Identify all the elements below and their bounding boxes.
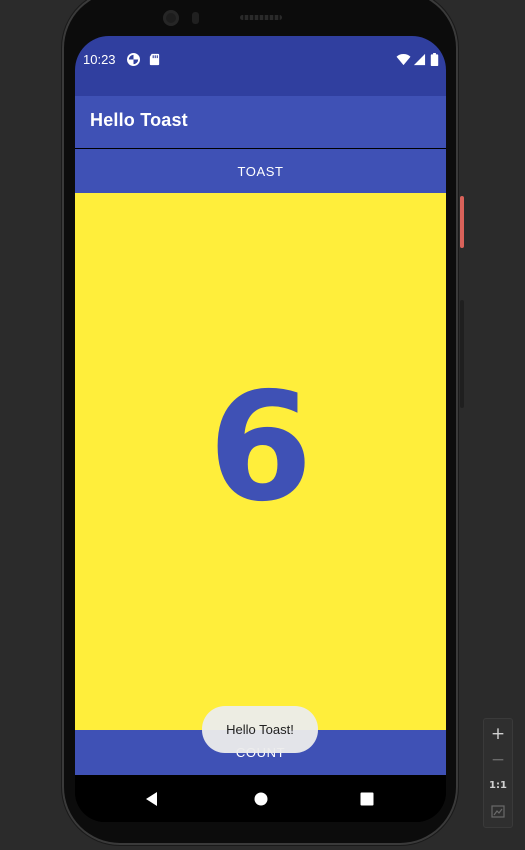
actual-size-button[interactable]: 1:1 (484, 773, 512, 799)
power-button[interactable] (460, 196, 464, 248)
device-screen: 10:23 Hello Toast TOAST 6 Hello Toast! (75, 36, 446, 822)
front-camera (163, 10, 179, 26)
signal-icon (413, 53, 426, 66)
volume-button[interactable] (460, 300, 464, 408)
navigation-bar (75, 775, 446, 822)
sd-card-icon (149, 53, 160, 66)
app-title: Hello Toast (90, 110, 188, 130)
toast-button[interactable]: TOAST (75, 149, 446, 193)
zoom-toolbar: + − 1:1 (483, 718, 513, 828)
zoom-out-button[interactable]: − (484, 747, 512, 773)
count-value: 6 (208, 361, 313, 535)
wifi-icon (396, 53, 411, 66)
proximity-sensor (192, 12, 199, 24)
recents-icon[interactable] (357, 789, 377, 809)
fit-screen-icon[interactable] (484, 799, 512, 825)
count-display: 6 (75, 193, 446, 730)
data-saver-icon (127, 53, 140, 66)
home-icon[interactable] (251, 789, 271, 809)
app-bar: Hello Toast (75, 96, 446, 148)
toast-popup: Hello Toast! (202, 706, 318, 753)
status-time: 10:23 (83, 52, 116, 67)
zoom-in-button[interactable]: + (484, 721, 512, 747)
emulator-stage: 10:23 Hello Toast TOAST 6 Hello Toast! +… (0, 0, 525, 850)
earpiece-speaker (240, 15, 282, 20)
back-icon[interactable] (142, 789, 162, 809)
status-bar: 10:23 (75, 36, 446, 96)
battery-icon (430, 53, 439, 66)
